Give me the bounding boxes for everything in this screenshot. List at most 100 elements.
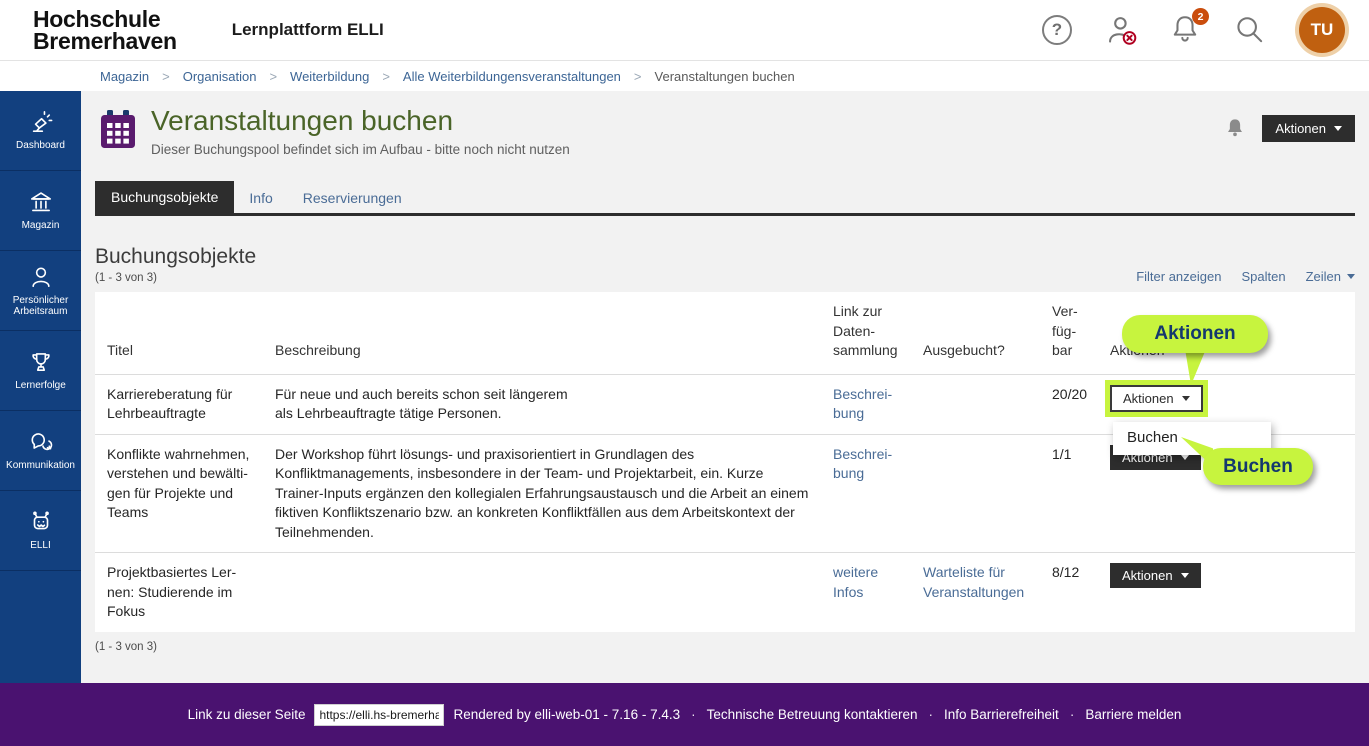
page-actions-button[interactable]: Aktionen — [1262, 115, 1355, 142]
row-actions-button[interactable]: Aktionen — [1110, 563, 1201, 588]
tutorial-bubble-aktionen: Aktionen — [1122, 315, 1268, 353]
column-header-ausgebucht[interactable]: Ausgebucht? — [911, 331, 1040, 374]
header-icon-group: ? 2 TU — [1037, 7, 1345, 53]
row-datasource-link[interactable]: Beschrei-bung — [821, 435, 911, 494]
caret-down-icon — [1180, 454, 1189, 460]
row-ausgebucht — [911, 435, 1040, 455]
permalink-label: Link zu dieser Seite — [187, 707, 306, 722]
booking-pool-icon — [99, 109, 137, 156]
section-header: Buchungsobjekte (1 - 3 von 3) Filter anz… — [95, 245, 1355, 284]
result-count-top: (1 - 3 von 3) — [95, 272, 157, 284]
caret-down-icon — [1181, 395, 1190, 401]
sidebar-item-dashboard[interactable]: Dashboard — [0, 91, 81, 171]
section-title: Buchungsobjekte — [95, 245, 257, 268]
page-header-actions: Aktionen — [1224, 115, 1355, 142]
sidebar-item-label: Magazin — [21, 220, 60, 232]
rows-dropdown-label: Zeilen — [1305, 269, 1341, 284]
tutorial-bubble-buchen: Buchen — [1203, 448, 1313, 485]
result-count-bottom: (1 - 3 von 3) — [95, 640, 157, 653]
table-view-controls: Filter anzeigen Spalten Zeilen — [1136, 269, 1355, 284]
breadcrumb-item-weiterbildung[interactable]: Weiterbildung — [290, 69, 369, 84]
breadcrumb-separator-icon: > — [382, 68, 390, 84]
trophy-icon — [31, 353, 50, 372]
sidebar-item-label: Lernerfolge — [15, 380, 66, 392]
person-icon — [31, 267, 50, 287]
row-available: 8/12 — [1052, 564, 1080, 580]
row-title: Karriereberatung für Lehrbeauftragte — [107, 385, 233, 422]
sidebar: Dashboard Magazin Persönlicher Arbeitsra… — [0, 91, 81, 683]
sidebar-item-lernerfolge[interactable]: Lernerfolge — [0, 331, 81, 411]
user-avatar[interactable]: TU — [1299, 7, 1345, 53]
row-datasource-link[interactable]: weitere Infos — [821, 553, 911, 612]
page-root: Hochschule Bremerhaven Lernplattform ELL… — [0, 0, 1369, 746]
logo-line-1: Hochschule — [33, 6, 161, 32]
help-icon: ? — [1042, 15, 1072, 45]
sidebar-item-kommunikation[interactable]: Kommunikation — [0, 411, 81, 491]
help-button[interactable]: ? — [1037, 10, 1077, 50]
page-title-block: Veranstaltungen buchen Dieser Buchungspo… — [151, 105, 570, 157]
page-subtitle: Dieser Buchungspool befindet sich im Auf… — [151, 142, 570, 157]
footer-link-support[interactable]: Technische Betreuung kontaktieren — [707, 707, 918, 722]
breadcrumb-item-organisation[interactable]: Organisation — [183, 69, 257, 84]
sidebar-item-label: Dashboard — [16, 140, 65, 152]
footer-link-accessibility-info[interactable]: Info Barrierefreiheit — [944, 707, 1059, 722]
search-button[interactable] — [1229, 10, 1269, 50]
page-title: Veranstaltungen buchen — [151, 105, 454, 136]
row-datasource-link[interactable]: Beschrei-bung — [821, 375, 911, 434]
column-header-titel[interactable]: Titel — [95, 331, 263, 374]
bubble-tail-icon — [1185, 349, 1206, 385]
footer-separator: · — [1069, 707, 1075, 722]
breadcrumb-item-alle-veranstaltungen[interactable]: Alle Weiterbildungensveranstaltungen — [403, 69, 621, 84]
column-header-beschreibung[interactable]: Beschreibung — [263, 331, 821, 374]
university-logo[interactable]: Hochschule Bremerhaven — [33, 6, 177, 54]
permalink-input[interactable] — [314, 703, 445, 726]
row-title: Konflikte wahrnehmen, verstehen und bewä… — [107, 445, 250, 521]
row-actions-button-highlighted[interactable]: Aktionen — [1110, 384, 1203, 412]
sidebar-item-label: Kommunikation — [6, 460, 75, 472]
logo-line-2: Bremerhaven — [33, 28, 177, 54]
rows-dropdown[interactable]: Zeilen — [1306, 269, 1355, 284]
search-icon — [1237, 17, 1263, 43]
tab-reservierungen[interactable]: Reservierungen — [288, 183, 417, 213]
breadcrumb-separator-icon: > — [269, 68, 278, 84]
chat-bubbles-icon — [31, 433, 52, 451]
top-header: Hochschule Bremerhaven Lernplattform ELL… — [0, 0, 1369, 61]
sidebar-item-magazin[interactable]: Magazin — [0, 171, 81, 251]
tab-buchungsobjekte[interactable]: Buchungsobjekte — [95, 181, 235, 213]
column-header-link-datensammlung[interactable]: Link zur Daten-sammlung — [821, 292, 911, 374]
row-description: Der Workshop führt lösungs- und praxisor… — [275, 445, 809, 540]
caret-down-icon — [1347, 274, 1355, 279]
sidebar-item-arbeitsraum[interactable]: Persönlicher Arbeitsraum — [0, 251, 81, 331]
sidebar-item-elli[interactable]: ELLI — [0, 491, 81, 571]
tab-info[interactable]: Info — [234, 183, 287, 213]
row-description — [263, 553, 821, 573]
row-available: 1/1 — [1052, 445, 1072, 462]
row-actions-label: Aktionen — [1122, 568, 1173, 583]
notification-bell-icon[interactable] — [1224, 117, 1246, 141]
page-actions-label: Aktionen — [1275, 121, 1326, 136]
breadcrumb-separator-icon: > — [162, 68, 170, 84]
user-blocked-button[interactable] — [1101, 10, 1141, 50]
breadcrumb-separator-icon: > — [633, 68, 642, 84]
table-row: Projektbasiertes Ler-nen: Studierende im… — [95, 552, 1355, 632]
caret-down-icon — [1334, 126, 1342, 131]
row-ausgebucht — [911, 375, 1040, 395]
breadcrumb-item-magazin[interactable]: Magazin — [100, 69, 149, 84]
tab-bar: Buchungsobjekte Info Reservierungen — [95, 181, 1355, 216]
notifications-button[interactable]: 2 — [1165, 8, 1209, 50]
column-header-verfuegbar: Ver-füg-bar — [1052, 303, 1078, 358]
bank-icon — [30, 192, 51, 212]
desk-lamp-icon — [32, 111, 52, 133]
footer-link-report-barrier[interactable]: Barriere melden — [1085, 707, 1181, 722]
breadcrumb-item-current: Veranstaltungen buchen — [654, 68, 795, 84]
app-title: Lernplattform ELLI — [231, 20, 384, 39]
caret-down-icon — [1180, 573, 1189, 578]
row-actions-label: Aktionen — [1123, 390, 1174, 406]
footer-separator: · — [928, 707, 934, 722]
row-title: Projektbasiertes Ler-nen: Studierende im… — [107, 564, 237, 619]
row-waitlist-link[interactable]: Warteliste für Veranstaltungen — [911, 553, 1040, 612]
columns-link[interactable]: Spalten — [1241, 269, 1285, 284]
breadcrumb: Magazin > Organisation > Weiterbildung >… — [0, 61, 1369, 91]
filter-toggle-link[interactable]: Filter anzeigen — [1136, 269, 1221, 284]
robot-icon — [32, 511, 49, 530]
